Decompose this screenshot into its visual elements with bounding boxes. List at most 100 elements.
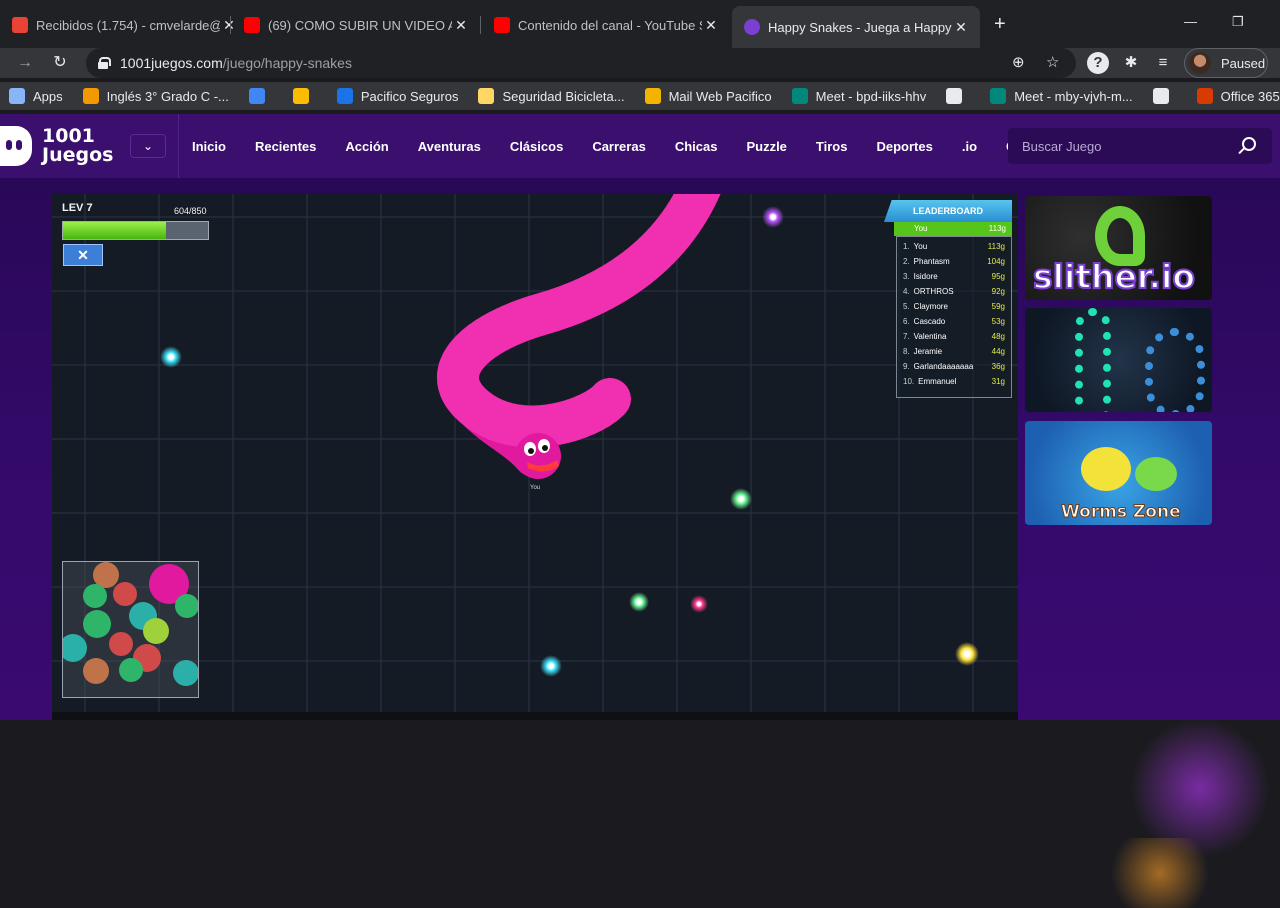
leaderboard-rank: 1. [903, 242, 910, 251]
leaderboard-row: 5. Claymore 59g [897, 299, 1011, 314]
nav-item[interactable]: Clásicos [510, 139, 563, 154]
search-input[interactable] [1022, 138, 1232, 154]
leaderboard-row: 4. ORTHROS 92g [897, 284, 1011, 299]
leaderboard-name: Phantasm [913, 257, 950, 266]
nav-item[interactable]: Carreras [592, 139, 646, 154]
photos-icon [292, 88, 309, 104]
bookmark-item[interactable]: Apps [9, 88, 63, 104]
leaderboard-name: Claymore [913, 302, 948, 311]
nav-item[interactable]: Aventuras [418, 139, 481, 154]
bookmark-item[interactable]: Office 365 [1196, 88, 1280, 104]
leaderboard-title: LEADERBOARD [884, 200, 1012, 222]
leaderboard-rank: 6. [903, 317, 910, 326]
snake-face-icon [109, 632, 133, 656]
category-nav: Inicio Recientes Acción Aventuras Clásicos Ca… [192, 114, 1059, 178]
nav-item[interactable]: Puzzle [746, 139, 786, 154]
snake-head [515, 433, 561, 479]
decorative-glow [1100, 838, 1220, 908]
game-thumbnail-slither[interactable]: slither.io [1025, 196, 1212, 300]
minimap [62, 561, 199, 698]
youtube-studio-icon [494, 17, 510, 33]
url-path: /juego/happy-snakes [222, 55, 352, 71]
bookmark-item[interactable]: Inglés 3° Grado C -... [82, 88, 229, 104]
bookmark-label: Meet - mby-vjvh-m... [1014, 88, 1133, 104]
leaderboard-name: Valentina [913, 332, 947, 341]
logo-line-2: Juegos [42, 144, 114, 166]
bookmark-item[interactable] [248, 88, 273, 104]
gmail-icon [12, 17, 28, 33]
leaderboard-rank: 5. [903, 302, 910, 311]
leaderboard-name: Garlandaaaaaaa [913, 362, 974, 371]
leaderboard-score: 36g [991, 362, 1005, 371]
nav-item[interactable]: Deportes [876, 139, 932, 154]
site-logo[interactable]: 1001 Juegos [42, 127, 113, 165]
pacifico-icon [336, 88, 353, 104]
tab-divider [480, 16, 481, 34]
profile-button[interactable]: Paused [1184, 48, 1268, 78]
tab-close-icon[interactable]: ✕ [702, 17, 720, 34]
profile-status: Paused [1221, 55, 1266, 71]
bookmark-label: Office 365 [1220, 88, 1280, 104]
leaderboard-rank: 2. [903, 257, 910, 266]
bookmark-item[interactable] [292, 88, 317, 104]
nav-item[interactable]: Tiros [816, 139, 848, 154]
nav-item[interactable]: .io [962, 139, 977, 154]
bookmark-item[interactable]: Meet - bpd-iiks-hhv [791, 88, 926, 104]
browser-tab[interactable]: Contenido del canal - YouTube St ✕ [482, 8, 730, 42]
tab-close-icon[interactable]: ✕ [452, 17, 470, 34]
leaderboard-rank: 8. [903, 347, 910, 356]
youtube-icon [244, 17, 260, 33]
game-bottom-bar [52, 712, 1018, 720]
search-icon[interactable] [1242, 137, 1256, 151]
address-bar[interactable]: 1001juegos.com/juego/happy-snakes ⊕ ☆ [86, 48, 1076, 78]
extensions-puzzle-icon[interactable]: ✱ [1120, 52, 1142, 74]
snake-face-icon [113, 582, 137, 606]
media-control-icon[interactable]: ≡ [1152, 52, 1174, 74]
xp-counter: 604/850 [174, 206, 207, 216]
url-host: 1001juegos.com [120, 55, 223, 71]
help-icon[interactable]: ? [1087, 52, 1109, 74]
chevron-down-icon[interactable]: ⌄ [130, 134, 166, 158]
bookmark-item[interactable]: Seguridad Bicicleta... [478, 88, 625, 104]
install-app-icon[interactable]: ⊕ [1012, 53, 1025, 71]
classroom-icon [82, 88, 99, 104]
leaderboard-score: 53g [991, 317, 1005, 326]
browser-tab[interactable]: Recibidos (1.754) - cmvelarde@m ✕ [0, 8, 248, 42]
worm-icon [1081, 447, 1131, 491]
browser-tab[interactable]: (69) COMO SUBIR UN VIDEO A Y ✕ [232, 8, 480, 42]
search-box[interactable] [1008, 128, 1272, 164]
1001juegos-logo-icon[interactable] [0, 126, 32, 166]
tab-close-icon[interactable]: ✕ [952, 19, 970, 36]
game-thumbnail[interactable] [1025, 308, 1212, 412]
game-thumbnail-worms-zone[interactable]: Worms Zone [1025, 421, 1212, 525]
browser-tab-active[interactable]: Happy Snakes - Juega a Happy S ✕ [732, 6, 980, 48]
nav-item[interactable]: Chicas [675, 139, 718, 154]
bookmark-item[interactable] [946, 88, 970, 104]
snake-face-icon [83, 658, 109, 684]
nav-item[interactable]: Recientes [255, 139, 316, 154]
food-orb [540, 655, 562, 677]
nav-item[interactable]: Inicio [192, 139, 226, 154]
game-canvas[interactable]: You LEV 7 604/850 ✕ LEADERBOARD You 113g… [52, 194, 1018, 720]
new-tab-button[interactable]: + [994, 14, 1006, 34]
snake-face-icon [143, 618, 169, 644]
minimize-icon[interactable]: — [1184, 14, 1197, 29]
forward-icon[interactable]: → [14, 52, 36, 74]
bookmark-item[interactable]: Meet - mby-vjvh-m... [990, 88, 1133, 104]
close-button[interactable]: ✕ [63, 244, 103, 266]
snake-face-icon [175, 594, 198, 618]
meet-icon [990, 88, 1007, 104]
bookmark-item[interactable] [1152, 88, 1177, 104]
leaderboard: 1. You 113g 2. Phantasm 104g 3. Isidore 95g 4. ORT… [896, 236, 1012, 398]
nav-item[interactable]: Acción [345, 139, 388, 154]
bookmark-item[interactable]: Mail Web Pacifico [644, 88, 772, 104]
leaderboard-score: 113g [987, 242, 1005, 251]
1001juegos-icon [744, 19, 760, 35]
bookmark-star-icon[interactable]: ☆ [1046, 53, 1059, 71]
leaderboard-score: 59g [991, 302, 1005, 311]
snake-face-icon [83, 584, 107, 608]
leaderboard-name: Isidore [913, 272, 938, 281]
bookmark-item[interactable]: Pacifico Seguros [336, 88, 458, 104]
restore-icon[interactable]: ❐ [1232, 14, 1244, 30]
reload-icon[interactable]: ↻ [49, 52, 71, 74]
